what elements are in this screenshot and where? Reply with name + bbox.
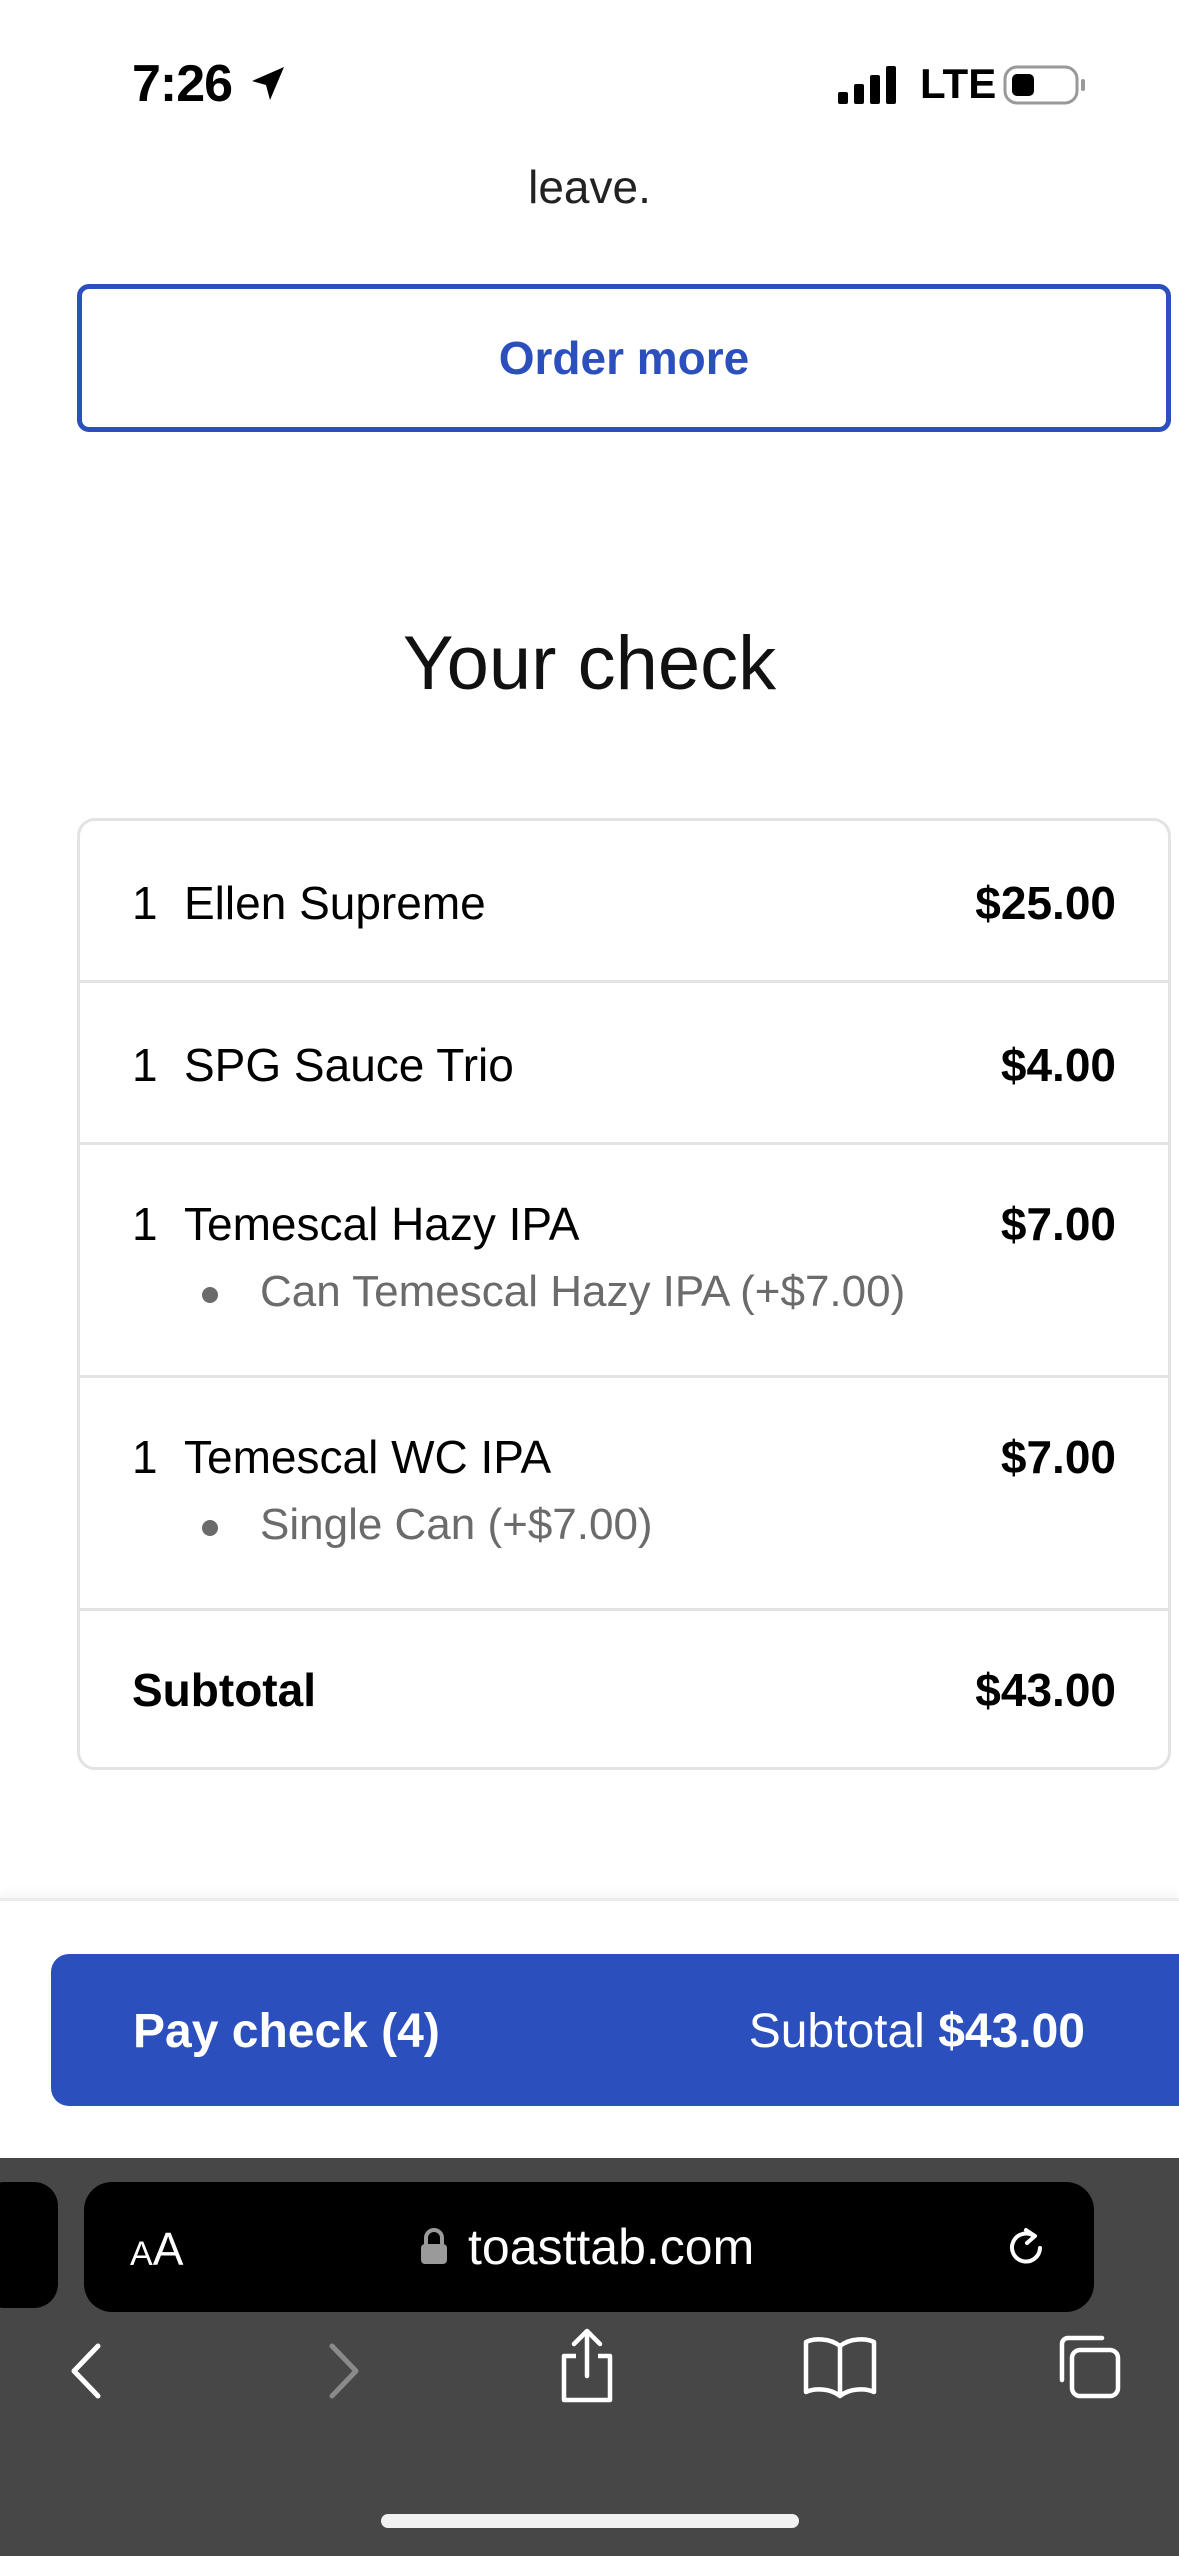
back-icon[interactable]: [62, 2338, 112, 2404]
signal-icon: [838, 66, 896, 104]
browser-chrome: AA toasttab.com: [0, 2158, 1179, 2556]
previous-tab[interactable]: [0, 2182, 58, 2308]
item-modifier: Can Temescal Hazy IPA (+$7.00): [260, 1267, 906, 1316]
item-qty: 1: [132, 877, 158, 929]
subtotal-label: Subtotal: [132, 1664, 316, 1716]
subtotal-row: Subtotal $43.00: [80, 1611, 1168, 1767]
info-text: leave.: [528, 161, 651, 213]
pay-subtotal-value: $43.00: [938, 2005, 1085, 2058]
check-item: 1 Ellen Supreme $25.00: [80, 821, 1168, 983]
pay-check-button[interactable]: Pay check (4) Subtotal $43.00: [51, 1954, 1179, 2106]
check-card: 1 Ellen Supreme $25.00 1 SPG Sauce Trio …: [77, 818, 1171, 1770]
item-name: SPG Sauce Trio: [184, 1039, 514, 1091]
item-qty: 1: [132, 1431, 158, 1483]
item-qty: 1: [132, 1198, 158, 1250]
item-price: $4.00: [1000, 1039, 1116, 1091]
status-time: 7:26: [132, 55, 233, 113]
item-qty: 1: [132, 1039, 158, 1091]
check-item: 1 SPG Sauce Trio $4.00: [80, 983, 1168, 1145]
check-item: 1 Temescal WC IPA $7.00 Single Can (+$7.…: [80, 1378, 1168, 1611]
item-name: Temescal WC IPA: [184, 1431, 552, 1483]
status-bar: 7:26 LTE: [0, 0, 1179, 160]
check-item: 1 Temescal Hazy IPA $7.00 Can Temescal H…: [80, 1145, 1168, 1378]
item-price: $25.00: [975, 877, 1116, 929]
lock-icon: [421, 2228, 447, 2264]
address-bar[interactable]: AA toasttab.com: [84, 2182, 1094, 2312]
bullet-icon: [202, 1287, 218, 1303]
reload-icon[interactable]: [1002, 2222, 1052, 2272]
location-arrow-icon: [252, 67, 284, 100]
network-label: LTE: [920, 60, 997, 107]
item-price: $7.00: [1000, 1431, 1116, 1483]
share-icon[interactable]: [554, 2326, 620, 2406]
order-more-button[interactable]: Order more: [77, 284, 1171, 432]
subtotal-value: $43.00: [975, 1664, 1116, 1716]
battery-icon: [1003, 65, 1085, 105]
text-size-button[interactable]: AA: [130, 2222, 183, 2276]
forward-icon[interactable]: [318, 2338, 368, 2404]
url-text: toasttab.com: [468, 2219, 755, 2275]
bullet-icon: [202, 1520, 218, 1536]
tabs-icon[interactable]: [1052, 2330, 1126, 2404]
item-price: $7.00: [1000, 1198, 1116, 1250]
text-size-small-label: A: [130, 2235, 153, 2273]
pay-subtotal-prefix: Subtotal: [748, 2005, 925, 2058]
text-size-large-label: A: [152, 2223, 184, 2275]
item-name: Ellen Supreme: [184, 877, 486, 929]
pay-check-label: Pay check (4): [133, 2005, 440, 2058]
home-indicator: [381, 2514, 799, 2528]
item-name: Temescal Hazy IPA: [184, 1198, 580, 1250]
pay-subtotal: Subtotal $43.00: [749, 2004, 1085, 2059]
bookmarks-icon[interactable]: [800, 2334, 880, 2400]
check-title: Your check: [402, 621, 777, 706]
item-modifier: Single Can (+$7.00): [260, 1500, 653, 1549]
